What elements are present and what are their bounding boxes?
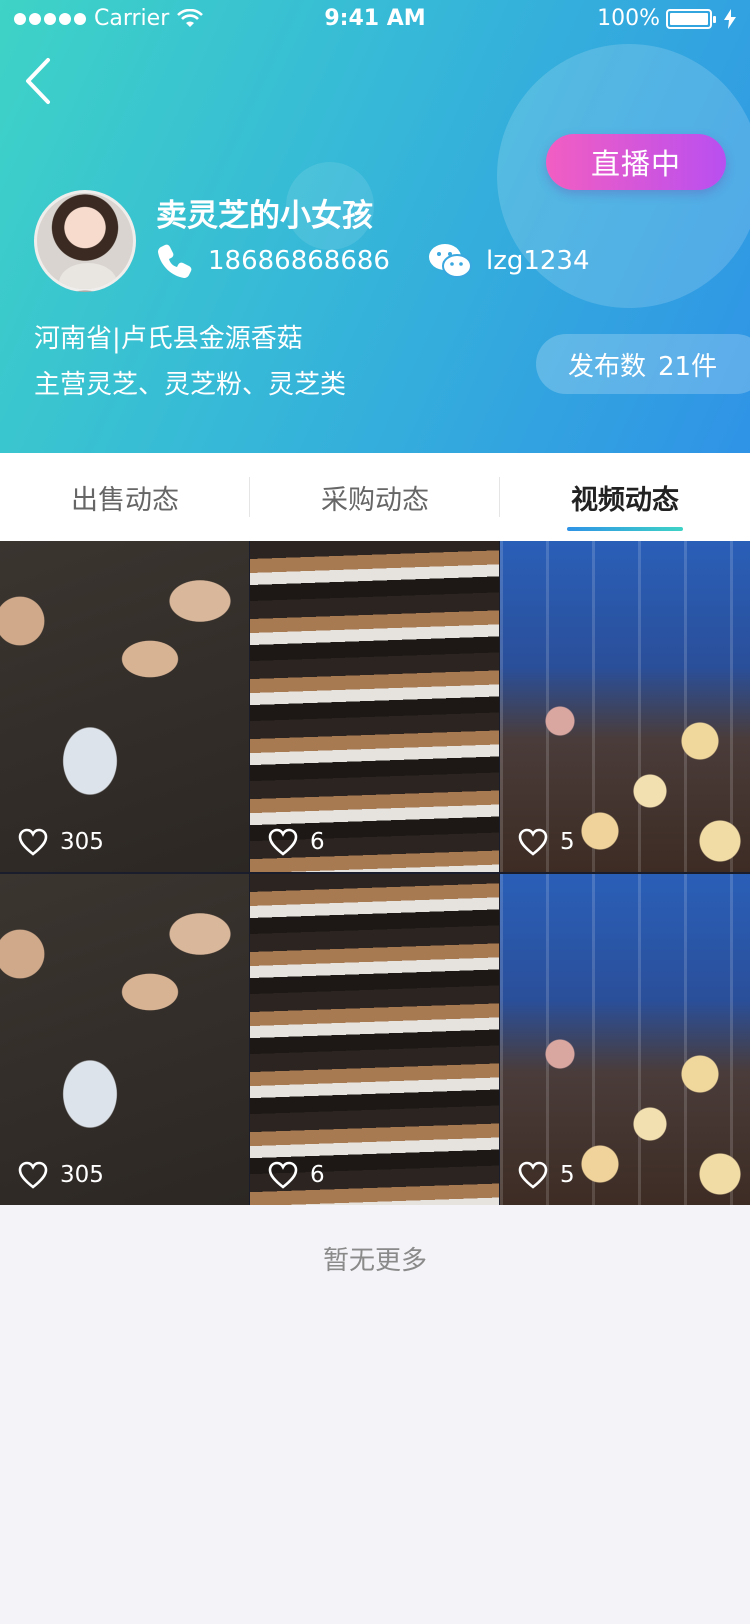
heart-icon: [268, 828, 298, 856]
heart-icon: [18, 1161, 48, 1189]
like-value: 5: [560, 829, 575, 855]
video-thumbnail[interactable]: 305: [0, 874, 249, 1205]
video-grid: 305 6 5 305 6 5: [0, 541, 750, 1205]
tab-bar: 出售动态 采购动态 视频动态: [0, 453, 750, 541]
heart-icon: [518, 828, 548, 856]
publish-count-badge: 发布数 21件: [536, 334, 750, 394]
heart-icon: [18, 828, 48, 856]
phone-number[interactable]: 18686868686: [208, 246, 390, 276]
like-count: 6: [268, 1161, 325, 1189]
back-icon[interactable]: [20, 56, 60, 106]
tab-sale[interactable]: 出售动态: [0, 453, 250, 541]
battery-info: 100%: [597, 6, 736, 31]
battery-icon: [666, 8, 716, 29]
video-thumbnail[interactable]: 6: [250, 874, 499, 1205]
status-bar: Carrier 9:41 AM 100%: [0, 0, 750, 40]
tab-purchase[interactable]: 采购动态: [250, 453, 500, 541]
battery-percent: 100%: [597, 6, 660, 31]
phone-icon[interactable]: [156, 242, 194, 280]
active-tab-indicator: [567, 527, 683, 531]
tab-label: 视频动态: [571, 484, 679, 516]
tab-label: 出售动态: [71, 484, 179, 516]
avatar[interactable]: [34, 190, 136, 292]
user-name: 卖灵芝的小女孩: [156, 198, 373, 234]
video-thumbnail[interactable]: 6: [250, 541, 499, 872]
heart-icon: [518, 1161, 548, 1189]
like-count: 305: [18, 1161, 104, 1189]
video-thumbnail[interactable]: 5: [500, 541, 750, 872]
profile-header: Carrier 9:41 AM 100% 直播中 卖灵芝的小女孩 1868686…: [0, 0, 750, 453]
wechat-id[interactable]: lzg1234: [486, 246, 590, 276]
like-count: 5: [518, 828, 575, 856]
like-count: 6: [268, 828, 325, 856]
charging-icon: [724, 8, 736, 29]
video-thumbnail[interactable]: 305: [0, 541, 249, 872]
like-value: 5: [560, 1162, 575, 1188]
publish-count: 21件: [658, 351, 718, 382]
live-button[interactable]: 直播中: [546, 134, 726, 190]
publish-label: 发布数: [568, 351, 647, 382]
heart-icon: [268, 1161, 298, 1189]
tab-video[interactable]: 视频动态: [500, 453, 750, 541]
tab-label: 采购动态: [321, 484, 429, 516]
like-value: 305: [60, 829, 104, 855]
wechat-icon[interactable]: [428, 242, 472, 280]
like-value: 6: [310, 1162, 325, 1188]
like-count: 5: [518, 1161, 575, 1189]
like-value: 305: [60, 1162, 104, 1188]
contact-row: 18686868686 lzg1234: [156, 242, 590, 280]
video-thumbnail[interactable]: 5: [500, 874, 750, 1205]
profile-page: Carrier 9:41 AM 100% 直播中 卖灵芝的小女孩 1868686…: [0, 0, 750, 1624]
like-value: 6: [310, 829, 325, 855]
like-count: 305: [18, 828, 104, 856]
address: 河南省|卢氏县金源香菇: [34, 324, 303, 354]
no-more-text: 暂无更多: [322, 1246, 427, 1276]
business-scope: 主营灵芝、灵芝粉、灵芝类: [34, 370, 347, 400]
